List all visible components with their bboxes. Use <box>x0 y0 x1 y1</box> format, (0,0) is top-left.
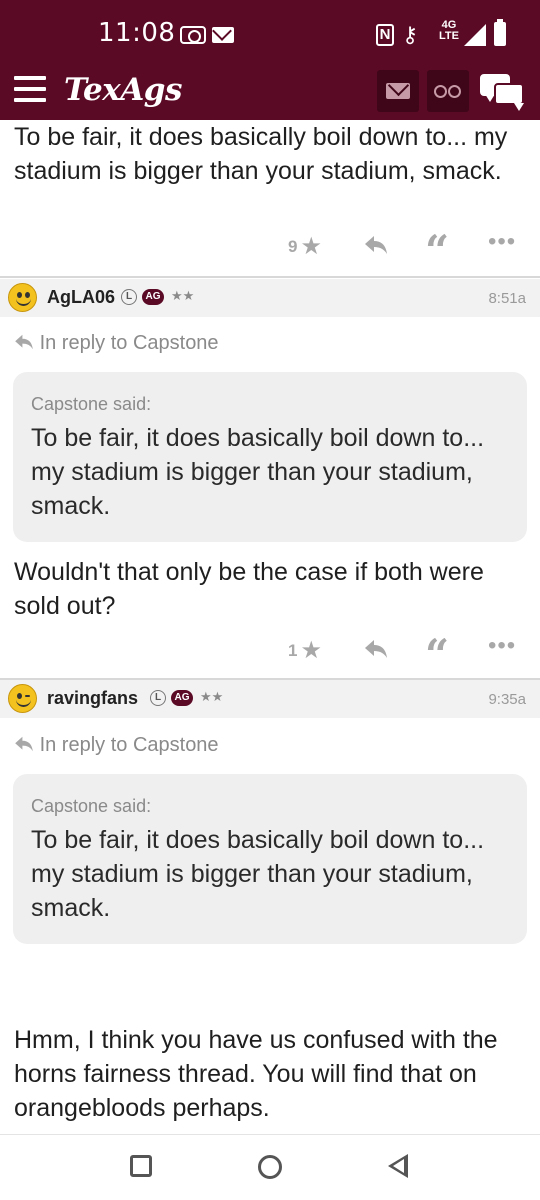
post-body: To be fair, it does basically boil down … <box>14 123 508 185</box>
star-count: 1 <box>288 641 298 660</box>
avatar[interactable] <box>8 283 37 312</box>
rank-stars: ★★ <box>200 689 224 704</box>
quote-block: Capstone said: To be fair, it does basic… <box>13 774 527 944</box>
star-count: 9 <box>288 237 298 256</box>
vpn-key-icon: ⚷ <box>402 22 419 47</box>
recents-button[interactable] <box>130 1155 152 1177</box>
star-button[interactable]: 9 ★ <box>288 232 322 261</box>
signal-icon <box>464 24 486 46</box>
post-body: Hmm, I think you have us confused with t… <box>14 1026 498 1122</box>
chat-icon[interactable] <box>480 74 526 111</box>
quote-author: Capstone said: <box>31 796 152 816</box>
quote-author: Capstone said: <box>31 394 152 414</box>
status-bar: 11:08 N ⚷ 4G LTE <box>0 0 540 64</box>
reply-button[interactable] <box>364 638 388 666</box>
reply-icon <box>15 334 33 350</box>
quote-text: To be fair, it does basically boil down … <box>31 826 485 922</box>
watch-binoculars-button[interactable] <box>427 70 469 112</box>
star-icon: ★ <box>300 233 322 260</box>
post-time: 9:35a <box>488 691 526 708</box>
home-button[interactable] <box>258 1155 282 1179</box>
post-actions: 1 ★ “ ••• <box>0 632 540 676</box>
badge-ag: AG <box>142 289 164 305</box>
more-options-button[interactable]: ••• <box>488 632 516 660</box>
status-time: 11:08 <box>98 18 176 48</box>
post-header: AgLA06 L AG ★★ 8:51a <box>0 279 540 317</box>
reply-icon <box>365 640 387 658</box>
more-options-button[interactable]: ••• <box>488 228 516 256</box>
reply-icon <box>365 236 387 254</box>
username[interactable]: AgLA06 <box>47 287 115 308</box>
badge-l: L <box>121 289 137 305</box>
quote-block: Capstone said: To be fair, it does basic… <box>13 372 527 542</box>
post-actions: 9 ★ “ ••• <box>0 228 540 272</box>
in-reply-label: In reply to Capstone <box>39 332 219 354</box>
network-type-indicator: 4G LTE <box>439 19 459 42</box>
post-header: ravingfans L AG ★★ 9:35a <box>0 680 540 718</box>
app-header: TexAgs <box>0 64 540 120</box>
star-button[interactable]: 1 ★ <box>288 636 322 665</box>
post-time: 8:51a <box>488 290 526 307</box>
brand-logo[interactable]: TexAgs <box>64 72 182 108</box>
post-body: Wouldn't that only be the case if both w… <box>14 558 484 620</box>
quote-button[interactable]: “ <box>425 634 449 676</box>
back-button[interactable] <box>388 1154 408 1178</box>
battery-icon <box>494 19 506 46</box>
badge-ag: AG <box>171 690 193 706</box>
post-divider <box>0 276 540 278</box>
avatar[interactable] <box>8 684 37 713</box>
rank-stars: ★★ <box>171 288 195 303</box>
badge-l: L <box>150 690 166 706</box>
system-nav-bar <box>0 1134 540 1200</box>
in-reply-label: In reply to Capstone <box>39 734 219 756</box>
menu-icon[interactable] <box>14 76 46 102</box>
mail-notification-icon <box>212 27 234 43</box>
quote-text: To be fair, it does basically boil down … <box>31 424 485 520</box>
reply-button[interactable] <box>364 234 388 262</box>
messages-button[interactable] <box>377 70 419 112</box>
reply-icon <box>15 736 33 752</box>
in-reply-link[interactable]: In reply to Capstone <box>14 734 219 757</box>
username[interactable]: ravingfans <box>47 688 138 709</box>
quote-button[interactable]: “ <box>425 230 449 272</box>
screen-record-icon <box>180 26 206 44</box>
in-reply-link[interactable]: In reply to Capstone <box>14 332 219 355</box>
nfc-icon: N <box>376 24 394 46</box>
star-icon: ★ <box>300 637 322 664</box>
